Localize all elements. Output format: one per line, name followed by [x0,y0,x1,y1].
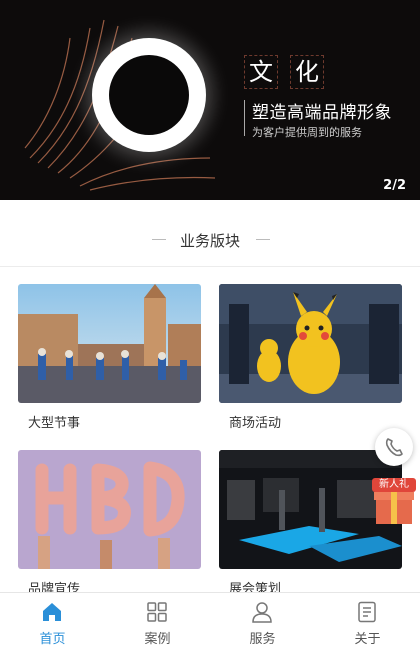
business-card-festival[interactable]: 大型节事 [18,284,201,431]
title-dash-right [256,239,270,240]
tab-label: 首页 [39,632,66,647]
hero-banner[interactable]: 文 化 塑造高端品牌形象 为客户提供周到的服务 2/2 [0,0,420,200]
business-card-brand[interactable]: 品牌宣传 [18,450,201,597]
tab-about[interactable]: 关于 [315,593,420,653]
new-user-gift[interactable]: 新人礼 [372,476,416,526]
light-ring-center [109,55,189,135]
tab-label: 案例 [144,632,171,647]
banner-title: 塑造高端品牌形象 [252,103,392,123]
carousel-pager: 2/2 [383,178,406,193]
section-header: 业务版块 [0,200,420,267]
grid-icon [147,602,167,622]
document-icon [358,601,376,623]
business-card-mall[interactable]: 商场活动 [219,284,402,431]
banner-subtitle: 为客户提供周到的服务 [252,126,362,139]
phone-call-button[interactable] [375,428,413,466]
tab-cases[interactable]: 案例 [105,593,210,653]
festival-image [18,284,201,403]
tab-home[interactable]: 首页 [0,593,105,653]
home-icon [43,603,61,621]
card-label: 大型节事 [28,416,81,431]
brand-image [18,450,201,569]
phone-icon [385,438,403,457]
section-title: 业务版块 [179,232,240,250]
user-icon [252,602,272,623]
gift-label: 新人礼 [379,479,409,490]
banner-char-1: 文 [244,55,278,89]
tab-services[interactable]: 服务 [210,593,315,653]
banner-char-2: 化 [290,55,324,89]
mall-image [219,284,402,403]
bottom-tab-bar: 首页 案例 服务 关于 [0,592,420,653]
tab-label: 关于 [354,632,381,647]
tab-label: 服务 [249,632,276,647]
banner-divider [244,100,245,136]
